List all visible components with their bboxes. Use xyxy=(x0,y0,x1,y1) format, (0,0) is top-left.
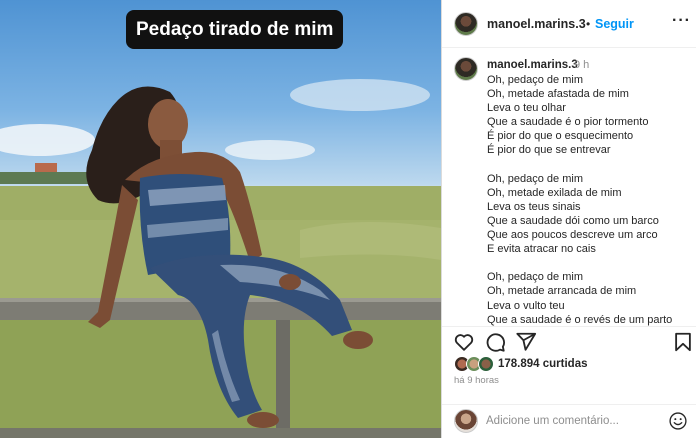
follow-button[interactable]: Seguir xyxy=(595,17,634,31)
post-time-ago: há 9 horas xyxy=(454,375,499,386)
post-side-panel: manoel.marins.3 • Seguir ··· manoel.mari… xyxy=(441,0,696,438)
emoji-icon[interactable] xyxy=(668,411,688,431)
likers-avatars[interactable] xyxy=(454,356,498,372)
caption-line: Leva os teus sinais xyxy=(487,200,581,213)
author-avatar[interactable] xyxy=(454,12,478,36)
comment-icon[interactable] xyxy=(484,331,506,353)
caption-line: É pior do que se entrevar xyxy=(487,144,611,157)
caption-line: Que a saudade dói como um barco xyxy=(487,214,659,227)
post-photo: Pedaço tirado de mim xyxy=(0,0,441,438)
post-actions: 178.894 curtidas há 9 horas xyxy=(442,326,696,414)
caption-line: Oh, pedaço de mim xyxy=(487,172,583,185)
caption-line: É pior do que o esquecimento xyxy=(487,130,634,143)
caption-line: Oh, metade exilada de mim xyxy=(487,186,622,199)
caption-time: 9 h xyxy=(574,59,590,71)
caption-line: Oh, pedaço de mim xyxy=(487,74,583,86)
header-separator: • xyxy=(586,17,591,31)
caption-line: E evita atracar no cais xyxy=(487,243,596,256)
caption-line: Oh, metade arrancada de mim xyxy=(487,285,637,298)
post-header: manoel.marins.3 • Seguir ··· xyxy=(442,0,696,48)
caption-author-avatar[interactable] xyxy=(454,57,478,81)
caption-line: Que aos poucos descreve um arco xyxy=(487,229,658,242)
caption-line xyxy=(487,158,692,172)
caption-area[interactable]: manoel.marins.3 9 h Oh, pedaço de mim Oh… xyxy=(442,48,696,326)
author-username[interactable]: manoel.marins.3 xyxy=(487,17,586,31)
photo-caption-overlay: Pedaço tirado de mim xyxy=(126,10,344,49)
post-image xyxy=(0,79,441,438)
caption-line: Que a saudade é o pior tormento xyxy=(487,116,649,129)
comment-input[interactable] xyxy=(486,411,666,431)
likes-count[interactable]: 178.894 curtidas xyxy=(498,358,588,370)
current-user-avatar xyxy=(454,409,478,433)
caption-line xyxy=(487,256,692,270)
caption-text: Oh, pedaço de mim Oh, metade afastada de… xyxy=(487,73,692,326)
caption-username[interactable]: manoel.marins.3 xyxy=(487,59,578,71)
caption-line: Que a saudade é o revés de um parto xyxy=(487,313,673,326)
comment-bar xyxy=(442,404,696,438)
caption-line: Oh, pedaço de mim xyxy=(487,271,583,284)
share-icon[interactable] xyxy=(515,331,537,353)
caption-line: Leva o vulto teu xyxy=(487,299,565,312)
caption-line: Oh, metade afastada de mim xyxy=(487,88,629,101)
more-options-button[interactable]: ··· xyxy=(672,12,691,30)
heart-icon[interactable] xyxy=(453,331,475,353)
liker-avatar xyxy=(478,356,494,372)
bookmark-icon[interactable] xyxy=(672,331,694,353)
caption-line: Leva o teu olhar xyxy=(487,102,566,115)
